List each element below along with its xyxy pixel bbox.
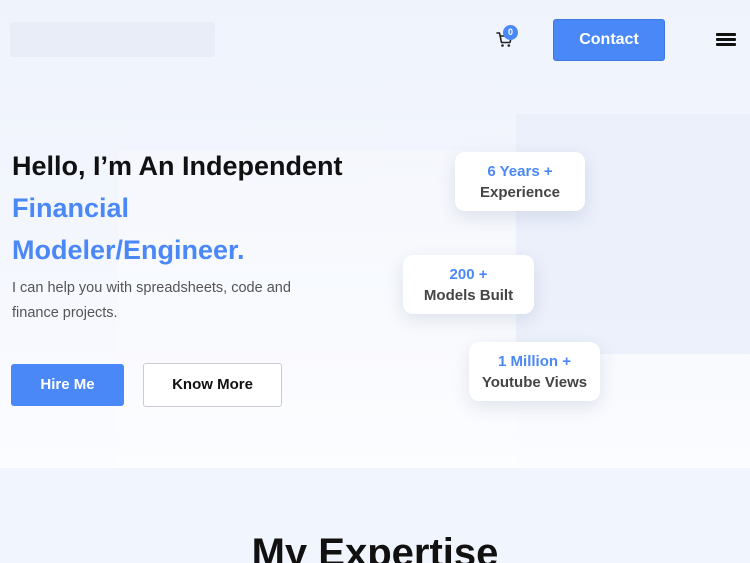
know-more-button[interactable]: Know More bbox=[143, 363, 282, 407]
hire-me-button[interactable]: Hire Me bbox=[11, 364, 124, 406]
stat-value: 6 Years + bbox=[487, 163, 553, 180]
hero-subtext: I can help you with spreadsheets, code a… bbox=[12, 280, 291, 321]
contact-button[interactable]: Contact bbox=[553, 19, 665, 61]
expertise-section-title: My Expertise bbox=[251, 531, 499, 563]
headline-line-1: Hello, I’m An Independent bbox=[12, 151, 343, 181]
hero-headline: Hello, I’m An Independent Financial Mode… bbox=[12, 145, 402, 271]
stat-label: Youtube Views bbox=[481, 374, 588, 391]
stat-label: Models Built bbox=[423, 287, 514, 304]
stat-card-experience: 6 Years + Experience bbox=[455, 152, 585, 211]
hamburger-menu-icon[interactable] bbox=[716, 33, 736, 47]
cart-count-badge: 0 bbox=[503, 25, 518, 40]
stat-value: 200 + bbox=[449, 266, 488, 283]
hero-section: 0 Contact Hello, I’m An Independent Fina… bbox=[0, 0, 750, 468]
headline-line-3: Modeler/Engineer. bbox=[12, 235, 245, 265]
stat-value: 1 Million + bbox=[498, 353, 571, 370]
headline-line-2: Financial bbox=[12, 193, 130, 223]
hero-background-panel-right bbox=[516, 114, 750, 354]
stat-label: Experience bbox=[479, 184, 561, 201]
site-logo[interactable] bbox=[10, 22, 215, 57]
stat-card-views: 1 Million + Youtube Views bbox=[469, 342, 600, 401]
stat-card-models: 200 + Models Built bbox=[403, 255, 534, 314]
